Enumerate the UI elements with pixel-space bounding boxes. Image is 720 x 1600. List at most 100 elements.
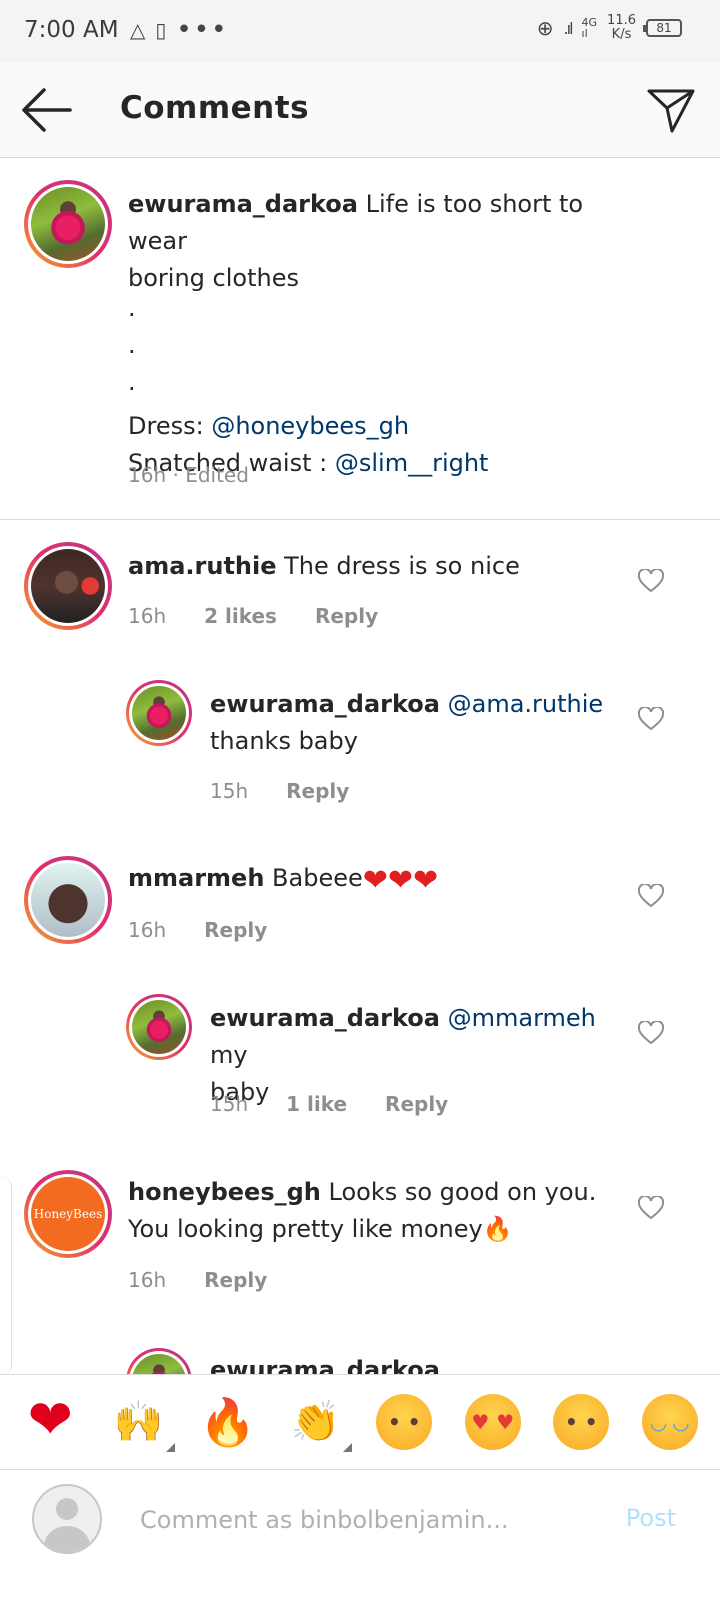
- signal-icon: .ıl: [563, 18, 574, 38]
- reply-text: ewurama_darkoa @ama.ruthie thanks baby: [210, 686, 630, 760]
- avatar-image: [132, 1000, 186, 1054]
- comment-item: ama.ruthie The dress is so nice 16h 2 li…: [0, 520, 720, 660]
- comment-meta: 16h 2 likes Reply: [128, 604, 378, 628]
- network-4g-icon: 4G ıl: [581, 16, 598, 40]
- reply-button[interactable]: Reply: [315, 604, 378, 628]
- heart-eyes-emoji-icon[interactable]: ♥ ♥: [464, 1394, 521, 1450]
- reply-meta: 15h Reply: [210, 779, 349, 803]
- caption-timestamp: 16h · Edited: [128, 463, 249, 487]
- back-arrow-icon[interactable]: [20, 88, 72, 132]
- comment-text: mmarmeh Babeee❤❤❤: [128, 860, 628, 899]
- comment-item: HoneyBees honeybees_gh Looks so good on …: [0, 1150, 720, 1328]
- network-speed-unit: K/s: [611, 27, 632, 42]
- like-heart-icon[interactable]: [638, 1196, 664, 1220]
- comment-time: 16h: [128, 604, 167, 628]
- reply-likes[interactable]: 1 like: [286, 1092, 347, 1116]
- raising-hands-emoji-icon[interactable]: 🙌: [111, 1394, 175, 1452]
- battery-icon: 81: [643, 19, 682, 37]
- reply-button[interactable]: Reply: [286, 779, 349, 803]
- like-heart-icon[interactable]: [638, 569, 664, 593]
- status-bar: 7:00 AM △ ▯ ••• ⊕ .ıl 4G ıl 11.6 K/s 81: [0, 0, 720, 62]
- caption-line2: boring clothes: [128, 264, 299, 292]
- status-time: 7:00 AM: [24, 17, 119, 43]
- fire-emoji-icon[interactable]: 🔥: [199, 1394, 256, 1450]
- comment-input[interactable]: [140, 1500, 580, 1540]
- comments-list[interactable]: ewurama_darkoa Life is too short to wear…: [0, 158, 720, 1400]
- reply-button[interactable]: Reply: [385, 1092, 448, 1116]
- reply-mention-link[interactable]: @ama.ruthie: [440, 690, 604, 718]
- comment-body: Babeee: [264, 864, 363, 892]
- reply-meta: 15h 1 like Reply: [210, 1092, 448, 1116]
- comment-body-line2: You looking pretty like money: [128, 1215, 483, 1243]
- reply-username[interactable]: ewurama_darkoa: [210, 1004, 440, 1032]
- like-heart-icon[interactable]: [638, 1021, 664, 1045]
- heart-emoji-icon[interactable]: ❤: [22, 1393, 78, 1450]
- post-button[interactable]: Post: [626, 1504, 676, 1532]
- comment-username[interactable]: honeybees_gh: [128, 1178, 321, 1206]
- scroll-edge-indicator: [0, 1176, 12, 1376]
- commenter-avatar[interactable]: [24, 542, 112, 630]
- honeybees-logo: HoneyBees: [31, 1177, 105, 1251]
- status-left-icons: △ ▯ •••: [130, 17, 228, 43]
- caption-dot: ·: [128, 375, 136, 403]
- dress-mention-link[interactable]: @honeybees_gh: [211, 412, 409, 440]
- like-heart-icon[interactable]: [638, 707, 664, 731]
- reply-mention-link[interactable]: @mmarmeh: [440, 1004, 596, 1032]
- comment-time: 16h: [128, 918, 167, 942]
- comment-username[interactable]: ama.ruthie: [128, 552, 277, 580]
- replier-avatar[interactable]: [126, 994, 192, 1060]
- comment-item: mmarmeh Babeee❤❤❤ 16h Reply: [0, 836, 720, 974]
- reply-time: 15h: [210, 1092, 249, 1116]
- reply-body: thanks baby: [210, 727, 358, 755]
- comment-likes[interactable]: 2 likes: [204, 604, 277, 628]
- commenter-avatar[interactable]: [24, 856, 112, 944]
- emoji-quick-bar: ❤ 🙌 🔥 👏 • • ♥ ♥ • • ◡ ◡: [0, 1374, 720, 1470]
- reply-body-tail: my: [210, 1041, 248, 1069]
- reply-button[interactable]: Reply: [204, 918, 267, 942]
- surprised-face-emoji-icon[interactable]: • •: [553, 1394, 610, 1450]
- comment-body: The dress is so nice: [276, 552, 520, 580]
- comments-header: Comments: [0, 62, 720, 158]
- caption-meta: 16h · Edited: [128, 463, 249, 487]
- direct-send-icon[interactable]: [646, 86, 696, 134]
- comment-text: ama.ruthie The dress is so nice: [128, 548, 628, 585]
- post-caption: ewurama_darkoa Life is too short to wear…: [0, 158, 720, 520]
- caption-dot: ·: [128, 338, 136, 366]
- battery-level: 81: [656, 21, 672, 35]
- avatar-image: [31, 863, 105, 937]
- my-avatar: [32, 1484, 102, 1554]
- crying-face-emoji-icon[interactable]: • •: [376, 1394, 433, 1450]
- caption-text: ewurama_darkoa Life is too short to wear…: [128, 186, 648, 482]
- caption-dot: ·: [128, 301, 136, 329]
- comment-username[interactable]: mmarmeh: [128, 864, 264, 892]
- comment-input-bar: Post: [0, 1470, 720, 1600]
- reply-button[interactable]: Reply: [204, 1268, 267, 1292]
- red-heart-emoji-icon: ❤❤❤: [362, 863, 439, 898]
- data-saver-icon: ⊕: [536, 16, 554, 40]
- comment-body: Looks so good on you.: [320, 1178, 597, 1206]
- reply-item: ewurama_darkoa @mmarmeh my baby 15h 1 li…: [0, 974, 720, 1150]
- reply-item: ewurama_darkoa @ama.ruthie thanks baby 1…: [0, 660, 720, 836]
- warning-icon: △: [130, 18, 146, 42]
- comment-meta: 16h Reply: [128, 918, 267, 942]
- comment-meta: 16h Reply: [128, 1268, 267, 1292]
- fire-emoji-icon: 🔥: [482, 1215, 513, 1243]
- comment-text: honeybees_gh Looks so good on you. You l…: [128, 1174, 628, 1248]
- avatar-image: [31, 187, 105, 261]
- dress-label: Dress:: [128, 412, 212, 440]
- tears-of-joy-emoji-icon[interactable]: ◡ ◡: [641, 1394, 698, 1450]
- avatar-image: [31, 549, 105, 623]
- commenter-avatar[interactable]: HoneyBees: [24, 1170, 112, 1258]
- caption-avatar[interactable]: [24, 180, 112, 268]
- comment-time: 16h: [128, 1268, 167, 1292]
- clapping-hands-emoji-icon[interactable]: 👏: [288, 1394, 352, 1452]
- caption-username[interactable]: ewurama_darkoa: [128, 190, 358, 218]
- avatar-image: [132, 686, 186, 740]
- waist-mention-link[interactable]: @slim__right: [335, 449, 489, 477]
- battery-saver-icon: ▯: [155, 18, 167, 42]
- reply-time: 15h: [210, 779, 249, 803]
- reply-username[interactable]: ewurama_darkoa: [210, 690, 440, 718]
- replier-avatar[interactable]: [126, 680, 192, 746]
- network-type: 4G: [581, 16, 598, 29]
- like-heart-icon[interactable]: [638, 884, 664, 908]
